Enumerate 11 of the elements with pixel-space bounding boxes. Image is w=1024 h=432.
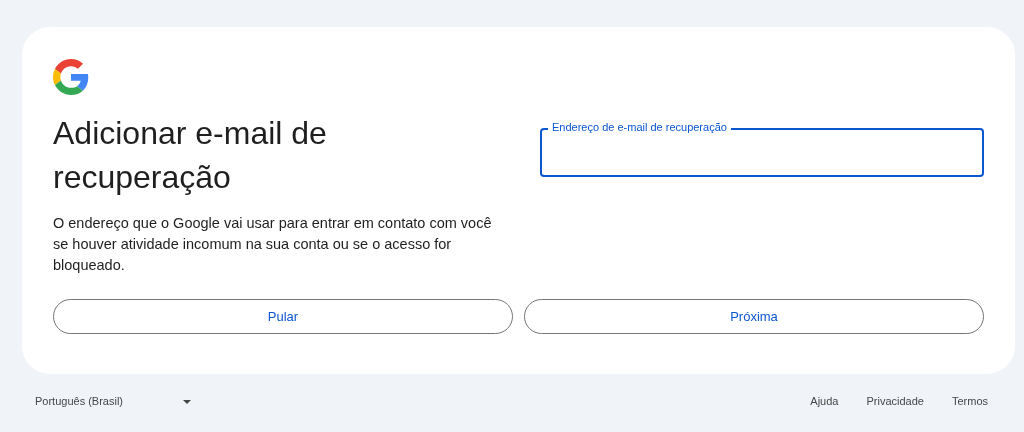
footer-link[interactable]: Termos [951, 393, 988, 410]
google-logo-icon [53, 59, 89, 95]
footer-link[interactable]: Ajuda [810, 393, 839, 410]
footer-link[interactable]: Privacidade [866, 393, 924, 410]
field-label: Endereço de e-mail de recuperação [548, 120, 731, 134]
skip-button[interactable]: Pular [53, 299, 513, 334]
next-button[interactable]: Próxima [524, 299, 984, 334]
dropdown-arrow-icon [183, 399, 192, 404]
language-dropdown[interactable]: Português (Brasil) [35, 393, 192, 410]
description-text: O endereço que o Google vai usar para entrar em contato com você se houver atividade incomum na sua conta ou se o acesso for bloqueado. [53, 214, 493, 275]
page-title: Adicionar e-mail de recuperação [53, 114, 328, 197]
